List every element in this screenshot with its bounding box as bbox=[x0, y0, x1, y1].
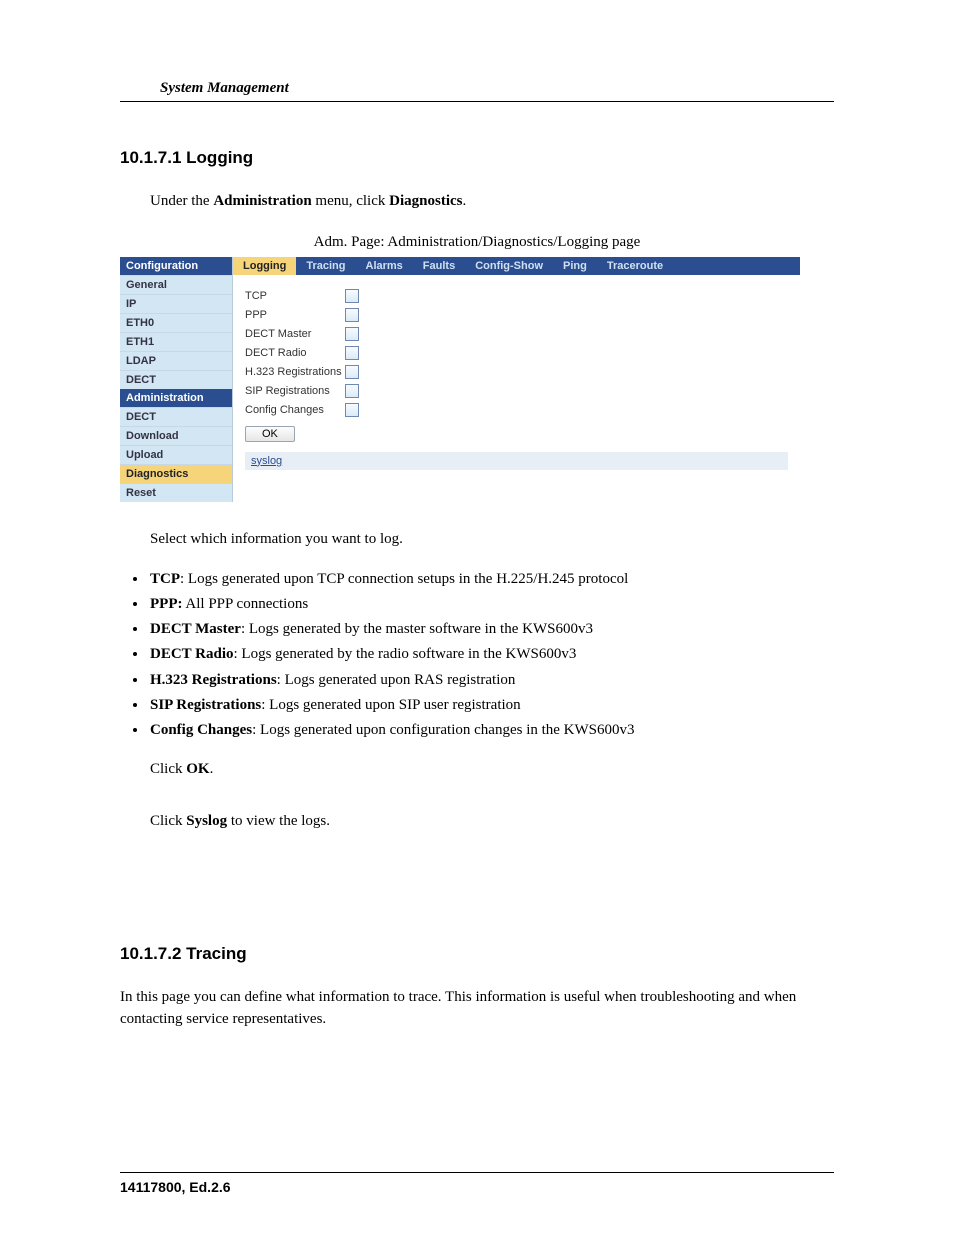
list-item: DECT Master: Logs generated by the maste… bbox=[148, 618, 834, 641]
click-ok-line: Click OK. bbox=[120, 759, 834, 781]
option-row: H.323 Registrations bbox=[245, 363, 788, 381]
term: Config Changes bbox=[150, 722, 252, 738]
logging-panel: TCP PPP DECT Master DECT Radio H.323 Reg… bbox=[233, 275, 800, 478]
ok-button[interactable]: OK bbox=[245, 426, 295, 442]
desc: : Logs generated by the radio software i… bbox=[234, 646, 577, 662]
list-item: TCP: Logs generated upon TCP connection … bbox=[148, 568, 834, 591]
term: PPP: bbox=[150, 596, 182, 612]
sidebar-section-administration: Administration bbox=[120, 389, 232, 407]
text: Click bbox=[150, 761, 186, 777]
list-item: H.323 Registrations: Logs generated upon… bbox=[148, 669, 834, 692]
sidebar-item-ldap[interactable]: LDAP bbox=[120, 351, 232, 370]
list-item: Config Changes: Logs generated upon conf… bbox=[148, 719, 834, 742]
tab-config-show[interactable]: Config-Show bbox=[465, 257, 553, 275]
option-label: SIP Registrations bbox=[245, 385, 345, 397]
sidebar-item-diagnostics[interactable]: Diagnostics bbox=[120, 464, 232, 483]
figure-caption: Adm. Page: Administration/Diagnostics/Lo… bbox=[120, 234, 834, 251]
list-item: DECT Radio: Logs generated by the radio … bbox=[148, 643, 834, 666]
desc: : Logs generated by the master software … bbox=[241, 621, 593, 637]
desc: : Logs generated upon configuration chan… bbox=[252, 722, 634, 738]
text: . bbox=[210, 761, 214, 777]
option-row: Config Changes bbox=[245, 401, 788, 419]
section-heading-logging: 10.1.7.1 Logging bbox=[120, 148, 834, 168]
option-label: DECT Radio bbox=[245, 347, 345, 359]
tab-logging[interactable]: Logging bbox=[233, 257, 296, 275]
text: Click bbox=[150, 813, 186, 829]
desc: All PPP connections bbox=[182, 596, 308, 612]
tab-alarms[interactable]: Alarms bbox=[356, 257, 413, 275]
option-label: Config Changes bbox=[245, 404, 345, 416]
desc: : Logs generated upon TCP connection set… bbox=[180, 571, 628, 587]
term: TCP bbox=[150, 571, 180, 587]
checkbox-config-changes[interactable] bbox=[345, 403, 359, 417]
option-row: PPP bbox=[245, 306, 788, 324]
term: SIP Registrations bbox=[150, 697, 261, 713]
option-row: DECT Master bbox=[245, 325, 788, 343]
sidebar-item-reset[interactable]: Reset bbox=[120, 483, 232, 502]
admin-screenshot: Configuration General IP ETH0 ETH1 LDAP … bbox=[120, 257, 800, 502]
bold-diagnostics: Diagnostics bbox=[389, 193, 462, 209]
term: DECT Radio bbox=[150, 646, 234, 662]
desc: : Logs generated upon SIP user registrat… bbox=[261, 697, 520, 713]
checkbox-tcp[interactable] bbox=[345, 289, 359, 303]
checkbox-dect-radio[interactable] bbox=[345, 346, 359, 360]
sidebar-item-general[interactable]: General bbox=[120, 275, 232, 294]
option-label: TCP bbox=[245, 290, 345, 302]
sidebar-item-ip[interactable]: IP bbox=[120, 294, 232, 313]
tab-tracing[interactable]: Tracing bbox=[296, 257, 355, 275]
sidebar-section-configuration: Configuration bbox=[120, 257, 232, 275]
click-syslog-line: Click Syslog to view the logs. bbox=[120, 811, 834, 833]
sidebar-item-dect[interactable]: DECT bbox=[120, 370, 232, 389]
list-item: PPP: All PPP connections bbox=[148, 593, 834, 616]
sidebar-item-dect-adm[interactable]: DECT bbox=[120, 407, 232, 426]
checkbox-sip[interactable] bbox=[345, 384, 359, 398]
tab-ping[interactable]: Ping bbox=[553, 257, 597, 275]
option-label: DECT Master bbox=[245, 328, 345, 340]
text: menu, click bbox=[312, 193, 389, 209]
sidebar-item-upload[interactable]: Upload bbox=[120, 445, 232, 464]
bold-administration: Administration bbox=[213, 193, 311, 209]
sidebar-item-eth1[interactable]: ETH1 bbox=[120, 332, 232, 351]
option-row: SIP Registrations bbox=[245, 382, 788, 400]
option-label: H.323 Registrations bbox=[245, 366, 345, 378]
option-row: DECT Radio bbox=[245, 344, 788, 362]
checkbox-dect-master[interactable] bbox=[345, 327, 359, 341]
term: H.323 Registrations bbox=[150, 672, 277, 688]
running-header: System Management bbox=[120, 80, 834, 102]
text: to view the logs. bbox=[227, 813, 330, 829]
sidebar-item-eth0[interactable]: ETH0 bbox=[120, 313, 232, 332]
log-option-list: TCP: Logs generated upon TCP connection … bbox=[148, 568, 834, 745]
option-label: PPP bbox=[245, 309, 345, 321]
syslog-link[interactable]: syslog bbox=[245, 452, 788, 470]
select-line: Select which information you want to log… bbox=[120, 529, 834, 551]
tab-bar: Logging Tracing Alarms Faults Config-Sho… bbox=[233, 257, 800, 275]
bold-ok: OK bbox=[186, 761, 209, 777]
option-row: TCP bbox=[245, 287, 788, 305]
page-footer: 14117800, Ed.2.6 bbox=[120, 1172, 834, 1195]
list-item: SIP Registrations: Logs generated upon S… bbox=[148, 694, 834, 717]
checkbox-ppp[interactable] bbox=[345, 308, 359, 322]
sidebar-item-download[interactable]: Download bbox=[120, 426, 232, 445]
term: DECT Master bbox=[150, 621, 241, 637]
intro-line: Under the Administration menu, click Dia… bbox=[120, 191, 834, 213]
text: . bbox=[462, 193, 466, 209]
bold-syslog: Syslog bbox=[186, 813, 227, 829]
section-heading-tracing: 10.1.7.2 Tracing bbox=[120, 944, 834, 964]
main-area: Logging Tracing Alarms Faults Config-Sho… bbox=[233, 257, 800, 478]
tracing-paragraph: In this page you can define what informa… bbox=[120, 987, 834, 1031]
checkbox-h323[interactable] bbox=[345, 365, 359, 379]
tab-faults[interactable]: Faults bbox=[413, 257, 465, 275]
sidebar: Configuration General IP ETH0 ETH1 LDAP … bbox=[120, 257, 233, 502]
tab-traceroute[interactable]: Traceroute bbox=[597, 257, 673, 275]
desc: : Logs generated upon RAS registration bbox=[277, 672, 516, 688]
text: Under the bbox=[150, 193, 213, 209]
